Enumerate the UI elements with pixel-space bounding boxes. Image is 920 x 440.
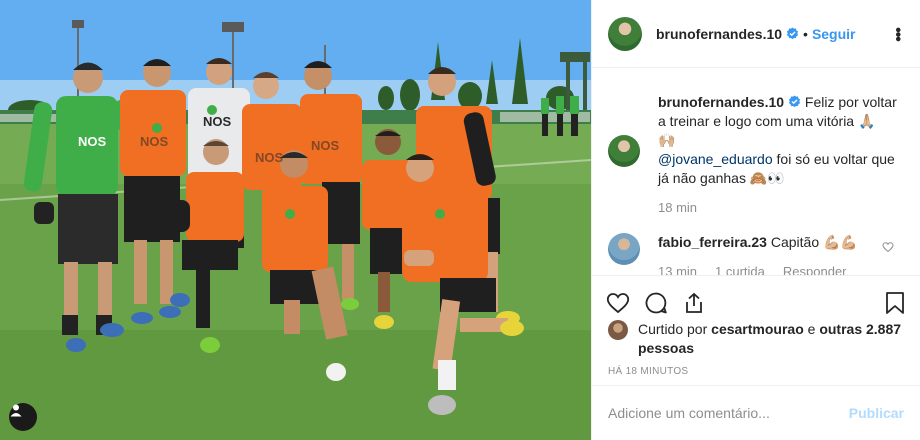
caption-username[interactable]: brunofernandes.10 [658,94,784,110]
svg-text:NOS: NOS [311,138,340,153]
caption-emoji: 🙌🏼 [658,132,676,148]
comments-list[interactable]: brunofernandes.10 Feliz por voltar a tre… [592,69,920,275]
bookmark-icon[interactable] [884,291,906,315]
publish-button[interactable]: Publicar [849,405,904,421]
heart-icon[interactable] [606,291,630,315]
comment-icon[interactable] [644,291,668,315]
caption-time: 18 min [658,200,698,215]
reply-text: Capitão 💪🏼💪🏼 [770,234,858,250]
reply-comment: fabio_ferreira.23 Capitão 💪🏼💪🏼 13 min 1 … [608,233,904,275]
header-separator: • [803,25,808,42]
svg-text:NOS: NOS [203,114,232,129]
verified-icon [786,27,799,40]
follow-button[interactable]: Seguir [812,26,856,42]
svg-text:NOS: NOS [78,134,107,149]
likes-conjunction: e [803,321,820,337]
commenter-avatar[interactable] [608,233,640,265]
commenter-username[interactable]: fabio_ferreira.23 [658,234,767,250]
verified-icon [788,95,801,108]
caption-avatar[interactable] [608,135,640,167]
caption-comment: brunofernandes.10 Feliz por voltar a tre… [608,93,904,217]
svg-text:NOS: NOS [255,150,284,165]
comment-input[interactable] [608,405,849,421]
likes-prefix: Curtido por [638,321,712,337]
add-comment-bar: Publicar [592,385,920,440]
comment-like-heart-icon[interactable] [882,241,894,253]
author-avatar[interactable] [608,16,642,51]
instagram-post-view: NOS NOS NOS NOS NOS brunofernandes.10 • [0,0,920,440]
more-options-icon[interactable]: ••• [888,27,906,41]
reply-time: 13 min [658,264,698,275]
post-photo[interactable]: NOS NOS NOS NOS NOS [0,0,591,440]
team-photo-illustration: NOS NOS NOS NOS NOS [0,0,591,440]
liker-avatar[interactable] [608,320,628,340]
reply-button[interactable]: Responder [783,262,847,275]
post-timestamp[interactable]: HÁ 18 MINUTOS [608,366,688,377]
user-tag-icon[interactable] [9,403,37,431]
svg-text:NOS: NOS [140,134,169,149]
liker-username[interactable]: cesartmourao [711,321,804,337]
post-header: brunofernandes.10 • Seguir ••• [592,0,920,68]
reply-like-count[interactable]: 1 curtida [715,262,765,275]
share-icon[interactable] [682,291,706,315]
author-username[interactable]: brunofernandes.10 [656,26,782,42]
post-sidebar: brunofernandes.10 • Seguir ••• brunofern… [591,0,920,440]
mention-link[interactable]: @jovane_eduardo [658,151,773,167]
likes-summary: Curtido por cesartmourao e outras 2.887 … [608,320,904,358]
